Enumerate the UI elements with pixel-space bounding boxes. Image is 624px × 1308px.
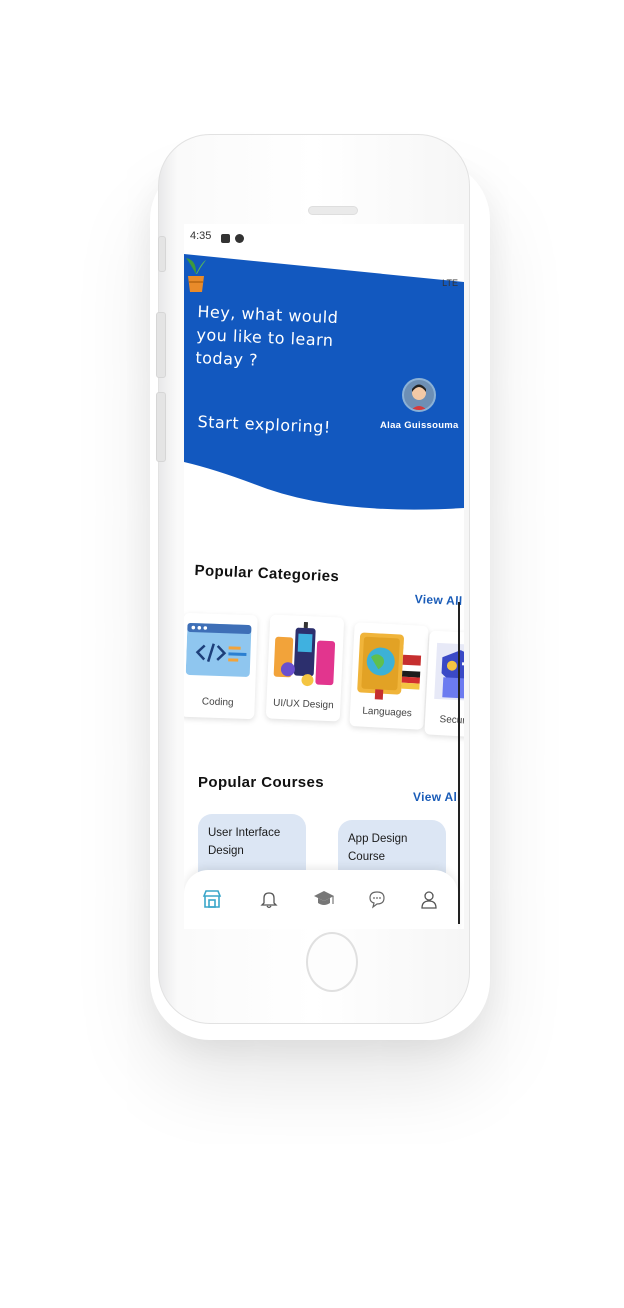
category-card-languages[interactable]: Languages (349, 622, 429, 730)
sync-icon (235, 234, 244, 243)
globe-book-icon (357, 632, 422, 700)
categories-view-all-link[interactable]: View All (414, 592, 462, 608)
volume-down-button (156, 392, 166, 462)
mute-switch (158, 236, 166, 272)
phone-mockup-icon (273, 621, 336, 687)
user-icon (421, 891, 437, 909)
category-card-uiux[interactable]: UI/UX Design (265, 614, 345, 722)
network-indicator: LTE (442, 278, 458, 288)
nav-messages[interactable] (366, 888, 390, 912)
nav-profile[interactable] (418, 888, 442, 912)
status-time: 4:35 (190, 230, 212, 242)
app-screen: 4:35 Hey, what would you like to learn t… (184, 224, 464, 929)
plant-icon (186, 258, 206, 292)
categories-title: Popular Categories (194, 562, 340, 586)
avatar[interactable] (402, 378, 436, 412)
screen-edge-line (458, 602, 460, 924)
bottom-navigation (184, 870, 458, 929)
hero-banner: Hey, what would you like to learn today … (184, 254, 464, 514)
nav-home[interactable] (201, 888, 225, 912)
courses-view-all-link[interactable]: View All (413, 790, 461, 804)
store-icon (202, 890, 222, 908)
nav-notifications[interactable] (258, 888, 282, 912)
graduation-cap-icon (314, 891, 334, 905)
course-title: User Interface Design (208, 827, 281, 857)
greeting-text: Hey, what would you like to learn today … (195, 300, 388, 377)
category-label: Coding (201, 696, 234, 709)
user-avatar-icon (411, 384, 427, 410)
category-label: UI/UX Design (272, 697, 334, 712)
notification-icon (221, 234, 230, 243)
chat-bubble-icon (369, 891, 385, 909)
bell-icon (260, 892, 278, 909)
category-label: Languages (362, 705, 413, 720)
category-card-coding[interactable]: Coding (184, 612, 258, 720)
volume-up-button (156, 312, 166, 378)
courses-title: Popular Courses (198, 774, 325, 791)
nav-courses[interactable] (312, 888, 336, 912)
user-name: Alaa Guissouma (380, 420, 459, 431)
course-title: App Design Course (348, 833, 408, 863)
earpiece-speaker (308, 206, 358, 215)
home-button[interactable] (306, 932, 358, 992)
code-window-icon (185, 622, 252, 677)
mockup-stage: 4:35 Hey, what would you like to learn t… (0, 0, 624, 1308)
